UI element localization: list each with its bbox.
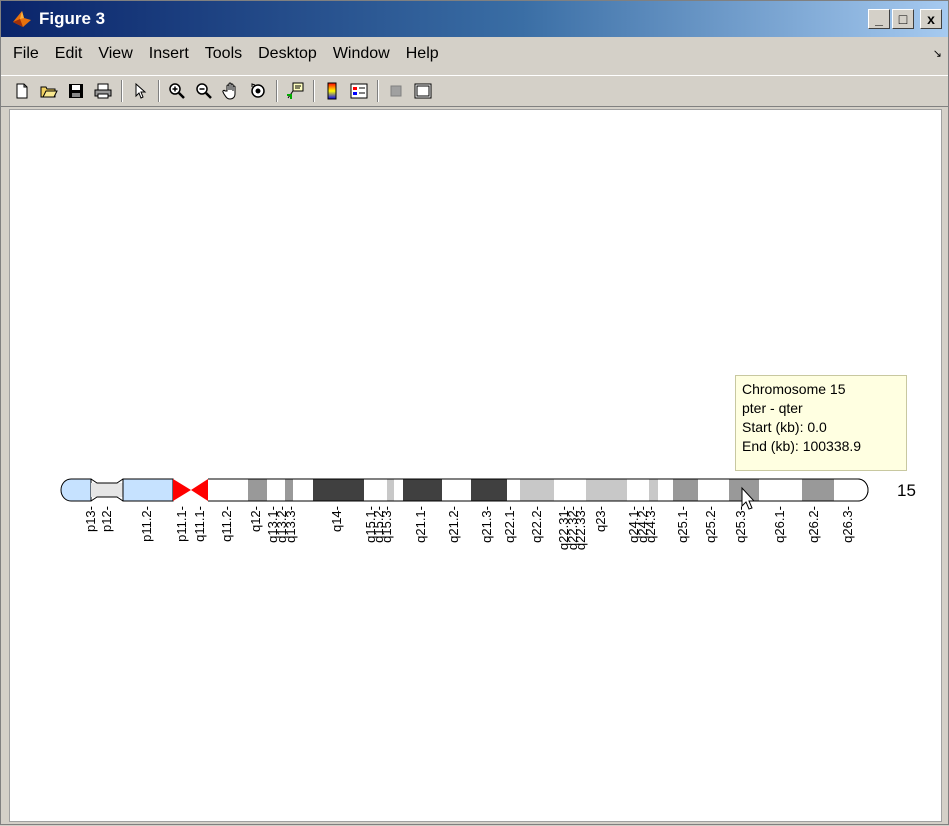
band-label: q15.3-: [379, 506, 394, 543]
q-arm-band: [364, 479, 387, 501]
q-arm-band: [394, 479, 403, 501]
tooltip-line: Start (kb): 0.0: [742, 419, 827, 435]
q-arm-band: [673, 479, 698, 501]
band-label: q26.1-: [772, 506, 787, 543]
band-label: q22.33-: [573, 506, 588, 550]
band-label: q25.1-: [675, 506, 690, 543]
q-arm-band: [658, 479, 673, 501]
band-label: p11.2-: [139, 506, 154, 542]
q-arm-band: [834, 479, 858, 501]
tooltip-line: Chromosome 15: [742, 381, 846, 397]
q-arm-band: [649, 479, 658, 501]
band-label: q21.2-: [446, 506, 461, 543]
q-arm-band: [627, 479, 649, 501]
band-label: q23-: [593, 506, 608, 532]
band-label: q11.2-: [219, 506, 234, 542]
band-label: q26.3-: [840, 506, 855, 543]
band-p12: [91, 483, 123, 497]
q-arm-band: [387, 479, 394, 501]
band-label: q24.3-: [643, 506, 658, 543]
q-arm-band: [759, 479, 802, 501]
q-arm-band: [208, 479, 248, 501]
q-arm-band: [248, 479, 267, 501]
band-label: q25.2-: [703, 506, 718, 543]
band-label: p11.1-: [174, 506, 189, 542]
q-arm-band: [471, 479, 507, 501]
band-label: q14-: [329, 506, 344, 532]
tooltip-line: End (kb): 100338.9: [742, 438, 862, 454]
q-arm-band: [586, 479, 627, 501]
q-arm-band: [285, 479, 293, 501]
band-label: q22.2-: [529, 506, 544, 543]
q-arm-band: [403, 479, 442, 501]
datatip-tooltip: Chromosome 15 pter - qter Start (kb): 0.…: [735, 375, 907, 471]
band-label: q26.2-: [806, 506, 821, 543]
q-arm-band: [293, 479, 313, 501]
q-arm-band: [313, 479, 364, 501]
figure-window: Figure 3 _ □ x File Edit View Insert Too…: [0, 0, 949, 825]
centromere-q11.1: [191, 479, 208, 501]
q-arm-band: [442, 479, 471, 501]
band-label: q21.3-: [479, 506, 494, 543]
band-label: q25.3-: [733, 506, 748, 543]
q-arm-band: [267, 479, 285, 501]
q-arm-band: [507, 479, 520, 501]
band-label: q11.1-: [192, 506, 207, 542]
band-label: q13.3-: [283, 506, 298, 543]
band-label: q12-: [248, 506, 263, 532]
band-p13: [60, 478, 92, 502]
band-label: q21.1-: [413, 506, 428, 543]
q-arm-band: [520, 479, 554, 501]
chromosome-number-label: 15: [897, 481, 916, 500]
band-label: q22.1-: [502, 506, 517, 543]
band-p11.2: [122, 478, 174, 502]
q-arm-band: [802, 479, 834, 501]
band-label: p12-: [99, 506, 114, 532]
band-label: p13-: [83, 506, 98, 532]
q-arm-tip: [857, 478, 869, 502]
centromere-p11.1: [173, 479, 191, 501]
tooltip-line: pter - qter: [742, 400, 803, 416]
q-arm-band: [554, 479, 586, 501]
q-arm-band: [698, 479, 729, 501]
